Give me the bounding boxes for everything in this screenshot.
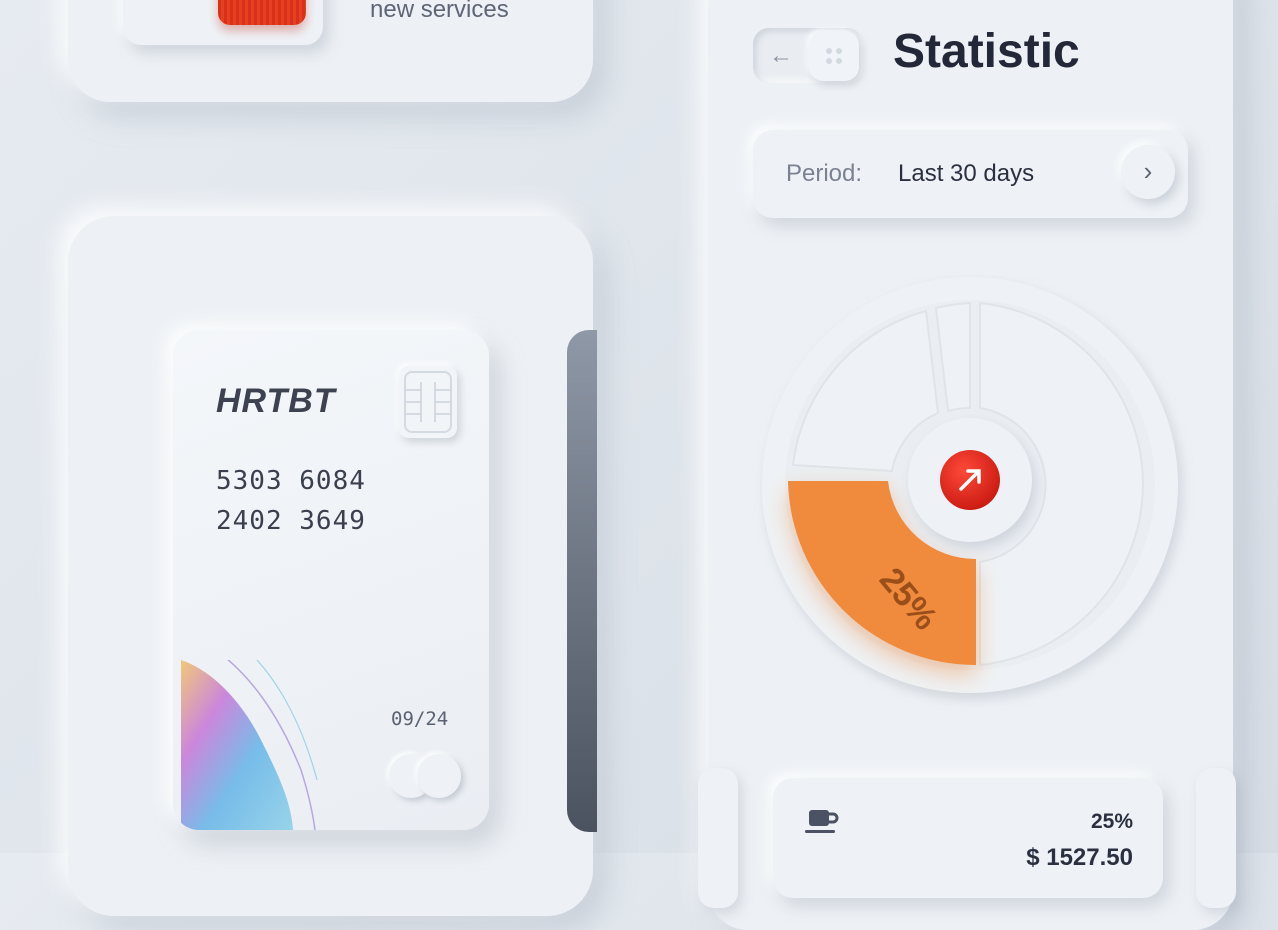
card-brand: HRTBT — [216, 382, 336, 420]
services-panel: on new services — [68, 0, 593, 102]
statistic-donut-chart: 25% — [762, 277, 1178, 693]
chip-icon — [399, 366, 457, 438]
switch-knob[interactable] — [218, 0, 306, 25]
mastercard-icon — [389, 754, 463, 798]
grid-icon[interactable] — [809, 31, 859, 81]
side-item-left[interactable] — [698, 768, 738, 908]
nav-toggle[interactable]: ← — [753, 28, 863, 83]
holographic-sticker — [181, 660, 318, 830]
card-panel: HRTBT 5303 6084 2402 3649 09/24 — [68, 216, 593, 916]
chevron-right-icon[interactable]: › — [1121, 145, 1175, 199]
side-item-right[interactable] — [1196, 768, 1236, 908]
card-number-line2: 2402 3649 — [216, 506, 366, 536]
period-label: Period: — [786, 160, 863, 187]
category-amount: $ 1527.50 — [1026, 844, 1133, 871]
coffee-cup-icon — [805, 810, 839, 833]
card-number-line1: 5303 6084 — [216, 466, 366, 496]
credit-card[interactable]: HRTBT 5303 6084 2402 3649 09/24 — [173, 330, 489, 830]
services-text: new services — [370, 0, 509, 23]
services-switch[interactable]: on — [123, 0, 323, 45]
card-expiry: 09/24 — [391, 708, 449, 730]
statistic-panel: ← Statistic Period: Last 30 days › 25% 2… — [698, 0, 1236, 930]
page-title: Statistic — [893, 25, 1080, 78]
period-selector[interactable]: Period: Last 30 days › — [753, 130, 1188, 218]
period-value: Last 30 days — [898, 160, 1035, 187]
arrow-left-icon[interactable]: ← — [769, 42, 793, 70]
second-card-edge[interactable] — [567, 330, 597, 832]
category-card[interactable]: 25% $ 1527.50 — [773, 778, 1163, 898]
category-percent: 25% — [1090, 810, 1133, 833]
